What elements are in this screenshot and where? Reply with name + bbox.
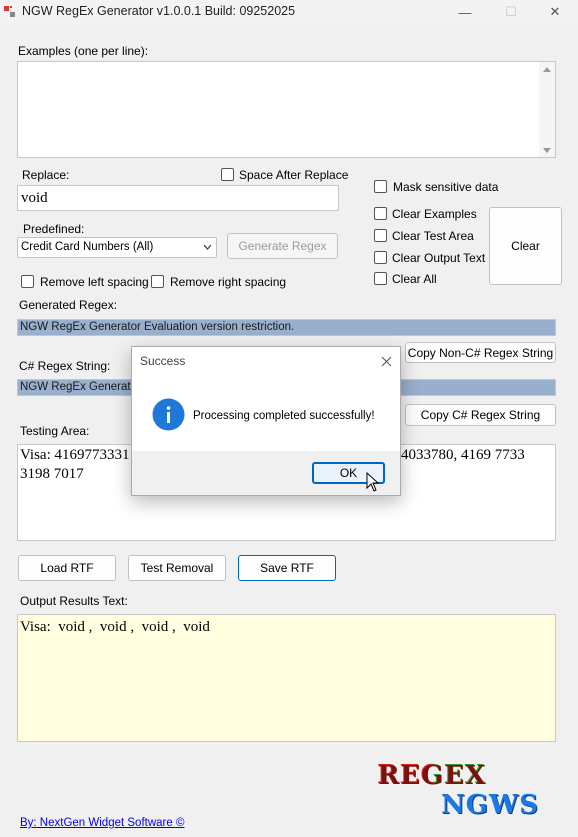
scroll-up-icon[interactable] <box>543 67 551 72</box>
test-removal-button[interactable]: Test Removal <box>128 555 226 581</box>
logo-line2: NGWS <box>441 790 539 820</box>
logo-regex-text: REGEX <box>377 760 486 790</box>
credit-link[interactable]: By: NextGen Widget Software © <box>20 817 184 829</box>
testing-area-line1-right: 4033780, 4169 7733 <box>401 447 525 463</box>
clear-examples-label: Clear Examples <box>392 207 477 221</box>
mask-sensitive-checkbox[interactable] <box>374 180 387 193</box>
output-results-text: Visa: void , void , void , void <box>20 619 210 635</box>
mask-sensitive-label: Mask sensitive data <box>393 180 499 194</box>
clear-all-label: Clear All <box>392 272 437 286</box>
scroll-down-icon[interactable] <box>543 148 551 153</box>
mouse-cursor-icon <box>366 472 380 492</box>
dialog-footer: OK <box>132 451 400 495</box>
remove-right-spacing-checkbox[interactable] <box>151 275 164 288</box>
space-after-replace-checkbox[interactable] <box>221 168 234 181</box>
predefined-selected-value: Credit Card Numbers (All) <box>21 241 154 253</box>
chevron-down-icon <box>203 244 212 250</box>
remove-right-spacing-label: Remove right spacing <box>170 275 287 289</box>
save-rtf-button[interactable]: Save RTF <box>238 555 336 581</box>
testing-area-line1-left: Visa: 4169773331 <box>20 447 130 463</box>
remove-left-spacing-label: Remove left spacing <box>40 275 149 289</box>
predefined-select[interactable]: Credit Card Numbers (All) <box>17 237 217 258</box>
testing-area-label: Testing Area: <box>20 424 90 438</box>
clear-output-text-checkbox[interactable] <box>374 251 387 264</box>
examples-textarea[interactable] <box>17 61 556 158</box>
clear-output-text-label: Clear Output Text <box>392 251 486 265</box>
predefined-label: Predefined: <box>23 222 85 236</box>
dialog-message: Processing completed successfully! <box>193 410 375 422</box>
output-results-textbox[interactable]: Visa: void , void , void , void <box>17 614 556 742</box>
app-icon <box>4 6 15 17</box>
replace-label: Replace: <box>22 168 70 182</box>
examples-scrollbar[interactable] <box>539 62 555 157</box>
window-title: NGW RegEx Generator v1.0.0.1 Build: 0925… <box>22 4 296 18</box>
clear-test-area-label: Clear Test Area <box>392 229 474 243</box>
logo-line1: REGEX <box>377 760 486 790</box>
generated-regex-field[interactable]: NGW RegEx Generator Evaluation version r… <box>17 319 556 336</box>
generate-regex-button[interactable]: Generate Regex <box>227 233 338 259</box>
minimize-button[interactable]: — <box>442 0 488 24</box>
testing-area-line2: 3198 7017 <box>20 466 84 482</box>
generated-regex-label: Generated Regex: <box>19 298 118 312</box>
copy-csharp-regex-button[interactable]: Copy C# Regex String <box>405 404 556 426</box>
copy-non-csharp-regex-button[interactable]: Copy Non-C# Regex String <box>405 342 556 363</box>
load-rtf-button[interactable]: Load RTF <box>18 555 116 581</box>
close-button[interactable]: ✕ <box>532 0 578 24</box>
dialog-body: Processing completed successfully! <box>132 377 400 453</box>
clear-all-checkbox[interactable] <box>374 272 387 285</box>
output-results-label: Output Results Text: <box>20 594 128 608</box>
clear-test-area-checkbox[interactable] <box>374 229 387 242</box>
clear-button[interactable]: Clear <box>489 207 562 285</box>
examples-label: Examples (one per line): <box>18 44 149 58</box>
remove-left-spacing-checkbox[interactable] <box>21 275 34 288</box>
title-bar: NGW RegEx Generator v1.0.0.1 Build: 0925… <box>0 0 578 24</box>
space-after-replace-label: Space After Replace <box>239 168 349 182</box>
maximize-button: ☐ <box>505 4 517 19</box>
dialog-title: Success <box>140 354 186 368</box>
success-dialog: Success Processing completed successfull… <box>131 346 401 496</box>
csharp-regex-label: C# Regex String: <box>19 359 111 373</box>
clear-examples-checkbox[interactable] <box>374 207 387 220</box>
info-icon <box>152 398 185 431</box>
replace-input[interactable]: void <box>17 185 339 211</box>
dialog-close-icon[interactable] <box>381 356 392 367</box>
